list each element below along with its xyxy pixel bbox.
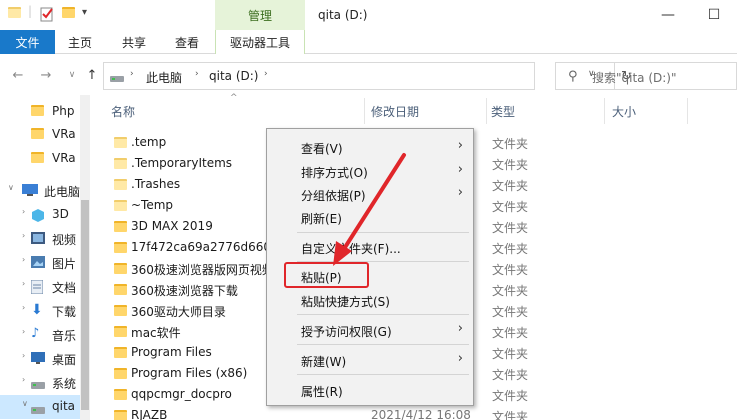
annotation-arrow bbox=[333, 153, 406, 266]
